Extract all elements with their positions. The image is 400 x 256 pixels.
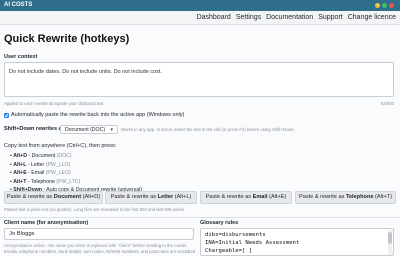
paste-rewrite-document-button[interactable]: Paste & rewrite as Document (Alt+D) [4,191,103,204]
glossary-line: INA=Initial Needs Assessment [205,240,300,246]
nav-bar: Dashboard Settings Documentation Support… [0,11,400,25]
minimize-icon[interactable] [375,3,380,8]
nav-dashboard[interactable]: Dashboard [197,14,231,22]
page-title: Quick Rewrite (hotkeys) [4,33,130,45]
shift-down-value: Document (DOC) [65,127,106,133]
user-context-label: User context [4,54,38,60]
glossary-line: Chargeable=[ ] [205,248,253,254]
autopaste-checkbox[interactable] [4,113,9,118]
paste-rewrite-email-button[interactable]: Paste & rewrite as Email (Alt+E) [200,191,292,204]
client-hint-2: Emails, telephone numbers, bank details,… [4,249,196,254]
maximize-icon[interactable] [382,3,387,8]
nav-support[interactable]: Support [318,14,343,22]
list-item: • Alt+E - Email (PW_LEO) [10,170,71,176]
check-icon [4,113,9,118]
glossary-textarea[interactable]: dibs=disbursements INA=Initial Needs Ass… [200,228,394,256]
app-title: AI COSTS [4,2,33,8]
paste-rewrite-telephone-button[interactable]: Paste & rewrite as Telephone (Alt+T) [295,191,396,204]
close-icon[interactable] [389,3,394,8]
list-item: • Alt+T - Telephone (PW_LTC) [10,178,81,185]
glossary-scrollbar[interactable] [388,230,392,255]
divider [0,217,400,218]
nav-settings[interactable]: Settings [236,14,261,22]
client-name-label: Client name (for anonymisation) [4,220,89,226]
user-context-counter: 63/500 [380,101,394,106]
paste-rewrite-letter-button[interactable]: Paste & rewrite as Letter (Alt+L) [105,191,197,204]
user-context-hint: Applied to each rewrite alongside your c… [4,101,104,106]
autopaste-label: Automatically paste the rewrite back int… [11,112,185,118]
glossary-label: Glossary rules [200,220,239,226]
client-name-input[interactable]: Jo Bloggs [4,228,194,240]
title-bar: AI COSTS [0,0,400,11]
list-item: • Alt+D - Document (DOC) [10,153,72,159]
shift-down-select[interactable]: Document (DOC) ▼ [60,125,118,134]
user-context-value: Do not include dates. Do not include uni… [9,69,162,75]
nav-documentation[interactable]: Documentation [266,14,313,22]
shift-down-label: Shift+Down rewrites as [4,126,65,132]
scrollbar-thumb[interactable] [388,232,392,244]
chevron-down-icon: ▼ [109,127,114,132]
hotkeys-intro: Copy text from anywhere (Ctrl+C), then p… [4,143,117,149]
hotkey-list: • Alt+D - Document (DOC) • Alt+L - Lette… [10,152,142,195]
shift-down-hint: Works in any app. In Excel, select the t… [121,127,296,132]
glossary-line: dibs=disbursements [205,232,266,238]
nav-change-licence[interactable]: Change licence [348,14,396,22]
user-context-textarea[interactable]: Do not include dates. Do not include uni… [4,62,394,97]
hotkeys-note: Pasted text is plain text (no quotes). L… [4,207,186,212]
client-hint-1: Anonymisation active - the name you ente… [4,243,188,248]
list-item: • Alt+L - Letter (PW_LLO) [10,161,71,168]
client-name-value: Jo Bloggs [9,231,35,237]
